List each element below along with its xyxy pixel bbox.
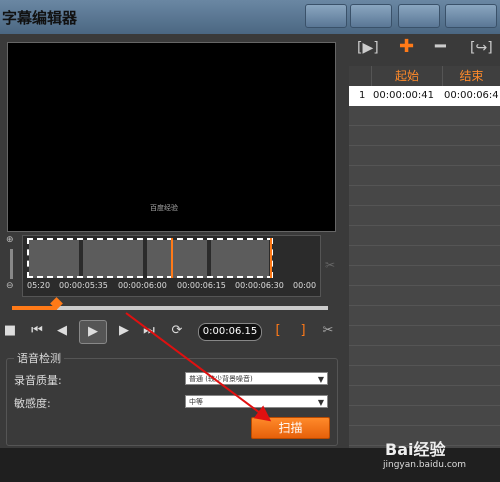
- row-start: 00:00:00:41: [373, 90, 435, 101]
- play-button[interactable]: ▶: [79, 320, 107, 344]
- table-row[interactable]: [349, 126, 500, 146]
- table-row[interactable]: [349, 326, 500, 346]
- baidu-watermark: Bai经验: [385, 440, 446, 459]
- table-header-start[interactable]: 起始: [372, 66, 443, 86]
- table-row[interactable]: [349, 306, 500, 326]
- mark-out-button[interactable]: ]: [297, 320, 309, 342]
- split-icon[interactable]: ✂: [325, 258, 335, 272]
- zoom-in-icon[interactable]: ⊕: [6, 235, 14, 245]
- scan-button[interactable]: 扫描: [251, 417, 330, 439]
- stop-icon[interactable]: ■: [2, 320, 18, 342]
- sensitivity-label: 敏感度:: [14, 397, 51, 410]
- table-row[interactable]: [349, 146, 500, 166]
- title-bar: 字幕编辑器: [0, 0, 500, 34]
- subtitle-selection[interactable]: [27, 238, 273, 278]
- toolbar-button[interactable]: [445, 4, 497, 28]
- table-row[interactable]: [349, 106, 500, 126]
- preview-watermark: 百度经验: [150, 204, 178, 212]
- voice-detection-legend: 语音检测: [14, 350, 64, 366]
- go-start-icon[interactable]: ⏮: [28, 320, 46, 342]
- zoom-slider[interactable]: [10, 249, 13, 279]
- time-label: 00:00:06:15: [177, 281, 226, 290]
- go-end-icon[interactable]: ⏭: [140, 320, 158, 342]
- chevron-down-icon: ▼: [317, 398, 324, 407]
- quality-label: 录音质量:: [14, 374, 62, 387]
- quality-value: 普通 (较少背景噪音): [189, 375, 253, 383]
- sensitivity-select[interactable]: 中等 ▼: [185, 395, 328, 408]
- quality-select[interactable]: 普通 (较少背景噪音) ▼: [185, 372, 328, 385]
- table-row[interactable]: [349, 166, 500, 186]
- chevron-down-icon: ▼: [317, 375, 324, 384]
- baidu-url: jingyan.baidu.com: [383, 460, 467, 470]
- table-header-index: [349, 66, 372, 86]
- table-row[interactable]: [349, 266, 500, 286]
- toolbar-button[interactable]: [398, 4, 440, 28]
- zoom-out-icon[interactable]: ⊖: [6, 281, 14, 291]
- table-header-end[interactable]: 结束: [443, 66, 500, 86]
- zoom-control[interactable]: ⊕ ⊖: [5, 235, 19, 295]
- table-row[interactable]: [349, 386, 500, 406]
- time-label: 00:00:06:30: [235, 281, 284, 290]
- export-icon[interactable]: [↪]: [470, 40, 493, 56]
- table-row[interactable]: 1 00:00:00:41 00:00:06:4: [349, 86, 500, 106]
- step-forward-icon[interactable]: ▶: [115, 320, 133, 342]
- waveform-timeline[interactable]: 05:20 00:00:05:35 00:00:06:00 00:00:06:1…: [22, 235, 321, 297]
- time-label: 00:00: [293, 281, 317, 290]
- table-row[interactable]: [349, 406, 500, 426]
- remove-icon[interactable]: ━: [435, 36, 446, 57]
- marker: [270, 238, 272, 278]
- timecode-field[interactable]: 0:00:06.15: [198, 323, 262, 341]
- table-row[interactable]: [349, 346, 500, 366]
- toolbar-button[interactable]: [350, 4, 392, 28]
- step-back-icon[interactable]: ◀: [53, 320, 71, 342]
- window-title: 字幕编辑器: [2, 9, 78, 27]
- time-label: 00:00:05:35: [59, 281, 108, 290]
- table-row[interactable]: [349, 206, 500, 226]
- table-row[interactable]: [349, 366, 500, 386]
- mark-in-button[interactable]: [: [272, 320, 284, 342]
- row-end: 00:00:06:4: [444, 90, 499, 101]
- insert-icon[interactable]: [▶]: [357, 40, 379, 56]
- row-index: 1: [359, 90, 366, 101]
- playback-progress: [12, 306, 57, 310]
- time-label: 00:00:06:00: [118, 281, 167, 290]
- add-icon[interactable]: ✚: [399, 36, 414, 57]
- marker: [171, 238, 173, 278]
- toolbar-button[interactable]: [305, 4, 347, 28]
- table-row[interactable]: [349, 286, 500, 306]
- table-row[interactable]: [349, 226, 500, 246]
- table-row[interactable]: [349, 186, 500, 206]
- table-row[interactable]: [349, 246, 500, 266]
- repeat-icon[interactable]: ⟳: [168, 320, 186, 342]
- sensitivity-value: 中等: [189, 398, 203, 406]
- time-label: 05:20: [27, 281, 51, 290]
- cut-icon[interactable]: ✂: [320, 320, 336, 342]
